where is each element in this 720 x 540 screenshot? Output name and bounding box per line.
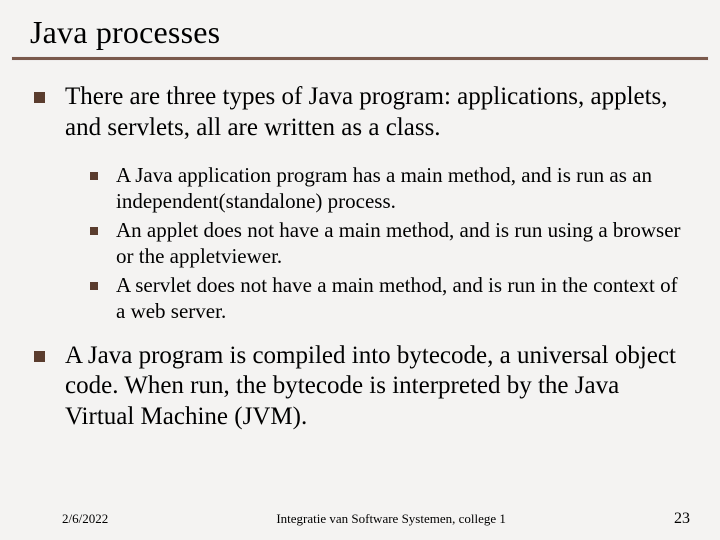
bullet-text: A Java application program has a main me… bbox=[116, 163, 686, 214]
footer-page-number: 23 bbox=[674, 510, 690, 528]
bullet-text: A Java program is compiled into bytecode… bbox=[65, 341, 686, 433]
footer-date: 2/6/2022 bbox=[62, 511, 108, 527]
square-bullet-icon bbox=[34, 92, 45, 103]
slide: Java processes There are three types of … bbox=[0, 0, 720, 540]
sub-list: A Java application program has a main me… bbox=[34, 153, 686, 341]
slide-content: There are three types of Java program: a… bbox=[0, 60, 720, 432]
slide-title: Java processes bbox=[0, 0, 720, 57]
list-item: There are three types of Java program: a… bbox=[34, 82, 686, 143]
bullet-text: An applet does not have a main method, a… bbox=[116, 218, 686, 269]
square-bullet-icon bbox=[34, 351, 45, 362]
square-bullet-icon bbox=[90, 282, 98, 290]
bullet-text: There are three types of Java program: a… bbox=[65, 82, 686, 143]
square-bullet-icon bbox=[90, 172, 98, 180]
list-item: A servlet does not have a main method, a… bbox=[90, 273, 686, 324]
footer-title: Integratie van Software Systemen, colleg… bbox=[108, 511, 674, 527]
bullet-text: A servlet does not have a main method, a… bbox=[116, 273, 686, 324]
list-item: A Java program is compiled into bytecode… bbox=[34, 341, 686, 433]
list-item: An applet does not have a main method, a… bbox=[90, 218, 686, 269]
square-bullet-icon bbox=[90, 227, 98, 235]
slide-footer: 2/6/2022 Integratie van Software Systeme… bbox=[0, 510, 720, 528]
list-item: A Java application program has a main me… bbox=[90, 163, 686, 214]
